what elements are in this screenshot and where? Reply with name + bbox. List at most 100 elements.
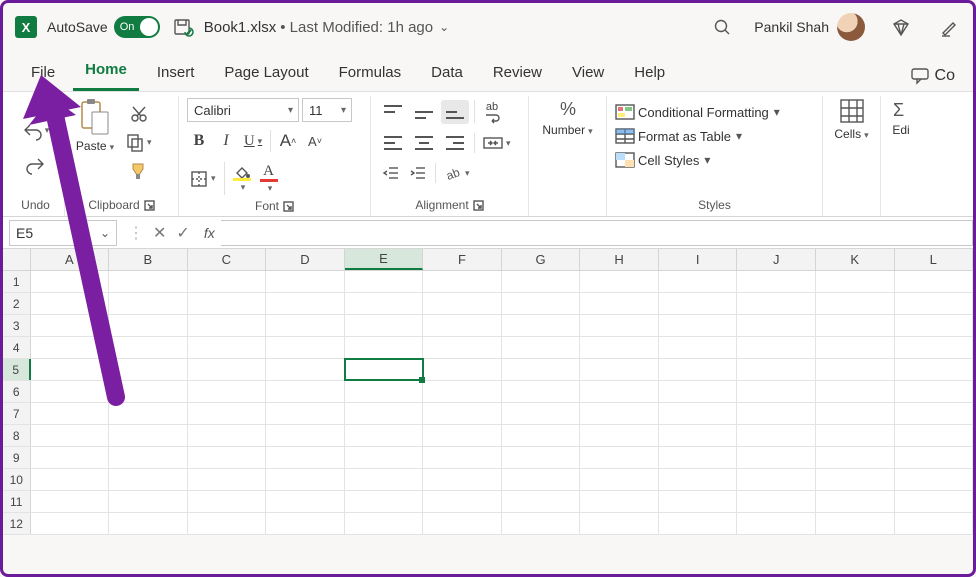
cell[interactable]	[423, 293, 502, 314]
cell[interactable]	[816, 293, 895, 314]
cell[interactable]	[266, 381, 345, 402]
column-header[interactable]: D	[266, 249, 345, 270]
cell[interactable]	[423, 337, 502, 358]
cell[interactable]	[109, 337, 188, 358]
column-header[interactable]: E	[345, 249, 424, 270]
cell[interactable]	[345, 315, 424, 336]
row-header[interactable]: 5	[3, 359, 31, 380]
cell[interactable]	[31, 513, 110, 534]
cell[interactable]	[188, 425, 267, 446]
cell[interactable]	[266, 469, 345, 490]
tab-page-layout[interactable]: Page Layout	[212, 56, 320, 91]
cell[interactable]	[502, 403, 581, 424]
cell[interactable]	[580, 513, 659, 534]
align-center-button[interactable]	[410, 131, 438, 155]
cell[interactable]	[895, 403, 974, 424]
cell[interactable]	[895, 271, 974, 292]
cell[interactable]	[188, 447, 267, 468]
cell[interactable]	[345, 359, 424, 380]
cell[interactable]	[31, 271, 110, 292]
font-color-button[interactable]: A	[257, 160, 281, 197]
cell[interactable]	[266, 337, 345, 358]
cell[interactable]	[502, 447, 581, 468]
cell[interactable]	[188, 469, 267, 490]
cell[interactable]	[423, 359, 502, 380]
cell[interactable]	[737, 293, 816, 314]
cell[interactable]	[266, 491, 345, 512]
cell[interactable]	[816, 359, 895, 380]
cell[interactable]	[737, 271, 816, 292]
cell[interactable]	[737, 491, 816, 512]
select-all-corner[interactable]	[3, 249, 31, 270]
row-header[interactable]: 4	[3, 337, 31, 358]
document-title[interactable]: Book1.xlsx • Last Modified: 1h ago ⌄	[204, 19, 449, 36]
cell[interactable]	[188, 381, 267, 402]
format-as-table-button[interactable]: Format as Table▾	[615, 128, 742, 144]
row-header[interactable]: 3	[3, 315, 31, 336]
draw-pen-icon[interactable]	[937, 15, 961, 39]
save-icon[interactable]	[170, 15, 194, 39]
autosave-toggle[interactable]: On	[114, 16, 160, 38]
cell[interactable]	[895, 381, 974, 402]
cell[interactable]	[659, 359, 738, 380]
cell[interactable]	[502, 293, 581, 314]
number-format-button[interactable]: % Number	[546, 98, 590, 137]
cell[interactable]	[816, 425, 895, 446]
cell[interactable]	[895, 293, 974, 314]
cell[interactable]	[737, 359, 816, 380]
formula-input[interactable]	[221, 220, 973, 246]
autosave-control[interactable]: AutoSave On	[47, 16, 160, 38]
paste-button[interactable]: Paste	[73, 98, 117, 153]
cell[interactable]	[816, 315, 895, 336]
tab-data[interactable]: Data	[419, 56, 475, 91]
cell[interactable]	[580, 315, 659, 336]
cell[interactable]	[895, 315, 974, 336]
tab-home[interactable]: Home	[73, 53, 139, 91]
cell[interactable]	[816, 513, 895, 534]
row-header[interactable]: 2	[3, 293, 31, 314]
cell[interactable]	[659, 293, 738, 314]
cell[interactable]	[31, 381, 110, 402]
cell[interactable]	[423, 513, 502, 534]
column-header[interactable]: K	[816, 249, 895, 270]
cell[interactable]	[502, 359, 581, 380]
cell[interactable]	[895, 337, 974, 358]
align-left-button[interactable]	[379, 131, 407, 155]
tab-insert[interactable]: Insert	[145, 56, 207, 91]
cell[interactable]	[423, 381, 502, 402]
cell[interactable]	[31, 447, 110, 468]
cell[interactable]	[266, 447, 345, 468]
cell[interactable]	[580, 381, 659, 402]
tab-view[interactable]: View	[560, 56, 616, 91]
cell[interactable]	[345, 491, 424, 512]
cell[interactable]	[109, 271, 188, 292]
cell[interactable]	[659, 337, 738, 358]
cell[interactable]	[345, 447, 424, 468]
increase-indent-button[interactable]	[406, 161, 430, 185]
name-box[interactable]: E5 ⌄	[9, 220, 117, 246]
cell[interactable]	[109, 293, 188, 314]
cell[interactable]	[895, 491, 974, 512]
cell[interactable]	[816, 271, 895, 292]
cell[interactable]	[423, 403, 502, 424]
cell[interactable]	[502, 469, 581, 490]
conditional-formatting-button[interactable]: Conditional Formatting▾	[615, 104, 780, 120]
cell[interactable]	[423, 271, 502, 292]
cell[interactable]	[31, 425, 110, 446]
cell[interactable]	[266, 315, 345, 336]
cell[interactable]	[580, 293, 659, 314]
cell[interactable]	[266, 293, 345, 314]
cells-button[interactable]: Cells	[831, 98, 872, 141]
cell[interactable]	[659, 381, 738, 402]
cell[interactable]	[109, 425, 188, 446]
cell[interactable]	[31, 491, 110, 512]
cell[interactable]	[109, 381, 188, 402]
cell[interactable]	[816, 403, 895, 424]
cell[interactable]	[345, 337, 424, 358]
cell[interactable]	[109, 359, 188, 380]
wrap-text-button[interactable]: ab	[480, 98, 504, 125]
cell[interactable]	[345, 271, 424, 292]
column-header[interactable]: F	[423, 249, 502, 270]
cell[interactable]	[188, 403, 267, 424]
clipboard-dialog-launcher-icon[interactable]	[144, 200, 155, 211]
